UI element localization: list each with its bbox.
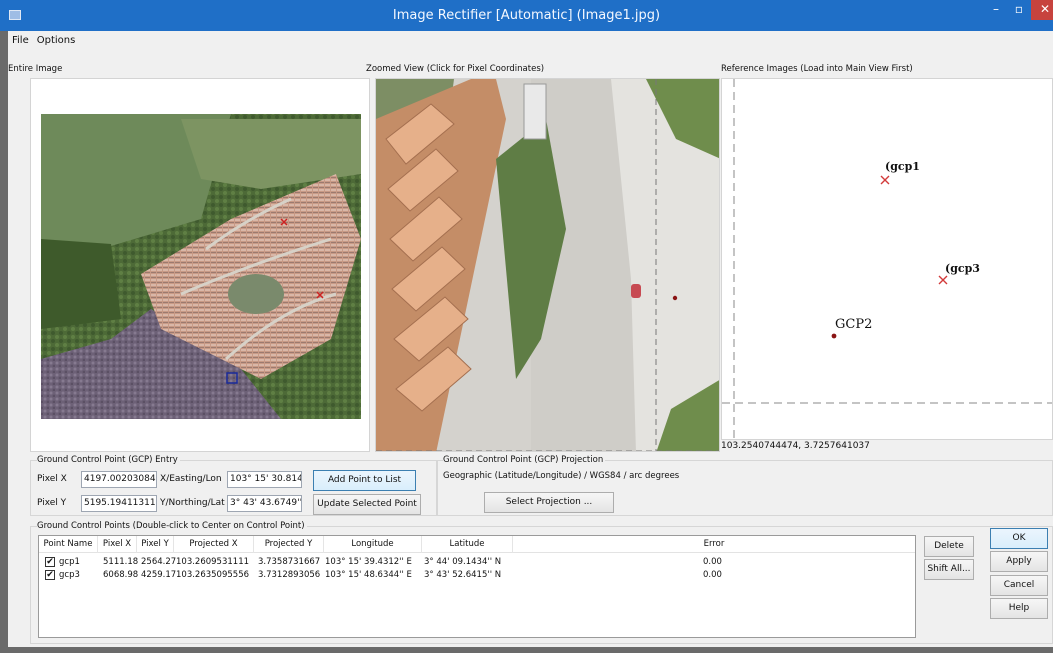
gcp-list-title: Ground Control Points (Double-click to C… xyxy=(37,521,307,531)
col-longitude[interactable]: Longitude xyxy=(324,536,422,553)
shift-all-button[interactable]: Shift All... xyxy=(924,559,974,580)
row-pixel-x: 6068.98 xyxy=(103,570,139,580)
easting-label: X/Easting/Lon xyxy=(160,474,222,484)
gcp3-label: (gcp3 xyxy=(945,262,980,275)
entire-image-view[interactable] xyxy=(30,78,370,452)
ok-button[interactable]: OK xyxy=(990,528,1048,549)
pixel-x-label: Pixel X xyxy=(37,474,67,484)
row-checkbox[interactable]: ✔ xyxy=(45,557,55,567)
row-projected-y: 3.7358731667 xyxy=(258,557,321,567)
select-projection-button[interactable]: Select Projection ... xyxy=(484,492,614,513)
northing-input[interactable]: 3° 43' 43.6749'' N xyxy=(227,495,302,512)
row-point-name: gcp1 xyxy=(59,557,80,567)
row-projected-x: 103.2609531111 xyxy=(176,557,250,567)
window-title: Image Rectifier [Automatic] (Image1.jpg) xyxy=(392,8,661,23)
col-latitude[interactable]: Latitude xyxy=(422,536,513,553)
pixel-y-input[interactable]: 5195.19411311 xyxy=(81,495,157,512)
projection-value: Geographic (Latitude/Longitude) / WGS84 … xyxy=(443,471,680,481)
table-row[interactable]: ✔ gcp1 5111.18 2564.27 103.2609531111 3.… xyxy=(39,556,915,568)
row-projected-y: 3.7312893056 xyxy=(258,570,321,580)
entire-image-label: Entire Image xyxy=(8,64,63,74)
table-header: Point Name Pixel X Pixel Y Projected X P… xyxy=(39,536,915,553)
col-projected-y[interactable]: Projected Y xyxy=(254,536,324,553)
row-pixel-x: 5111.18 xyxy=(103,557,139,567)
zoomed-view-label: Zoomed View (Click for Pixel Coordinates… xyxy=(366,64,545,74)
col-pixel-x[interactable]: Pixel X xyxy=(98,536,137,553)
easting-input[interactable]: 103° 15' 30.8149 xyxy=(227,471,302,488)
pixel-x-input[interactable]: 4197.00203084 xyxy=(81,471,157,488)
selected-pixel-marker xyxy=(672,295,678,301)
reference-coordinates: 103.2540744474, 3.7257641037 xyxy=(721,441,870,451)
cancel-button[interactable]: Cancel xyxy=(990,575,1048,596)
gcp1-marker[interactable] xyxy=(880,175,890,185)
title-bar: Image Rectifier [Automatic] (Image1.jpg)… xyxy=(0,0,1053,31)
menu-options[interactable]: Options xyxy=(33,35,80,49)
col-projected-x[interactable]: Projected X xyxy=(174,536,254,553)
gcp-entry-title: Ground Control Point (GCP) Entry xyxy=(37,455,180,465)
row-checkbox[interactable]: ✔ xyxy=(45,570,55,580)
row-latitude: 3° 44' 09.1434'' N xyxy=(424,557,502,567)
update-point-button[interactable]: Update Selected Point xyxy=(313,494,421,515)
northing-label: Y/Northing/Lat xyxy=(160,498,225,508)
delete-button[interactable]: Delete xyxy=(924,536,974,557)
dialog-window: File Options Entire Image Zoomed View (C… xyxy=(8,31,1053,647)
gcp3-marker[interactable] xyxy=(938,275,948,285)
gcp2-label: GCP2 xyxy=(835,317,873,332)
gcp2-marker[interactable] xyxy=(831,333,837,339)
col-point-name[interactable]: Point Name xyxy=(39,536,98,553)
row-pixel-y: 4259.17 xyxy=(141,570,177,580)
gcp1-label: (gcp1 xyxy=(885,160,920,173)
row-error: 0.00 xyxy=(703,557,722,567)
zoomed-image-aerial xyxy=(376,79,719,451)
entire-image-aerial xyxy=(41,114,361,419)
add-point-button[interactable]: Add Point to List xyxy=(313,470,416,491)
reference-image-view[interactable]: (gcp1 (gcp3 GCP2 xyxy=(721,78,1053,440)
maximize-button[interactable]: ▫ xyxy=(1008,0,1030,20)
menu-bar: File Options xyxy=(8,35,79,49)
col-error[interactable]: Error xyxy=(513,536,915,553)
menu-file[interactable]: File xyxy=(8,35,33,49)
pixel-y-label: Pixel Y xyxy=(37,498,67,508)
row-point-name: gcp3 xyxy=(59,570,80,580)
row-projected-x: 103.2635095556 xyxy=(176,570,250,580)
close-button[interactable]: ✕ xyxy=(1031,0,1053,20)
projection-title: Ground Control Point (GCP) Projection xyxy=(443,455,606,465)
apply-button[interactable]: Apply xyxy=(990,551,1048,572)
minimize-button[interactable]: – xyxy=(985,0,1007,20)
help-button[interactable]: Help xyxy=(990,598,1048,619)
reference-plot xyxy=(722,79,1052,439)
row-longitude: 103° 15' 48.6344'' E xyxy=(325,570,412,580)
row-pixel-y: 2564.27 xyxy=(141,557,177,567)
row-latitude: 3° 43' 52.6415'' N xyxy=(424,570,502,580)
col-pixel-y[interactable]: Pixel Y xyxy=(137,536,174,553)
table-row[interactable]: ✔ gcp3 6068.98 4259.17 103.2635095556 3.… xyxy=(39,569,915,581)
row-longitude: 103° 15' 39.4312'' E xyxy=(325,557,412,567)
gcp-table[interactable]: Point Name Pixel X Pixel Y Projected X P… xyxy=(38,535,916,638)
zoomed-view[interactable] xyxy=(375,78,720,452)
row-error: 0.00 xyxy=(703,570,722,580)
reference-images-label: Reference Images (Load into Main View Fi… xyxy=(721,64,913,74)
